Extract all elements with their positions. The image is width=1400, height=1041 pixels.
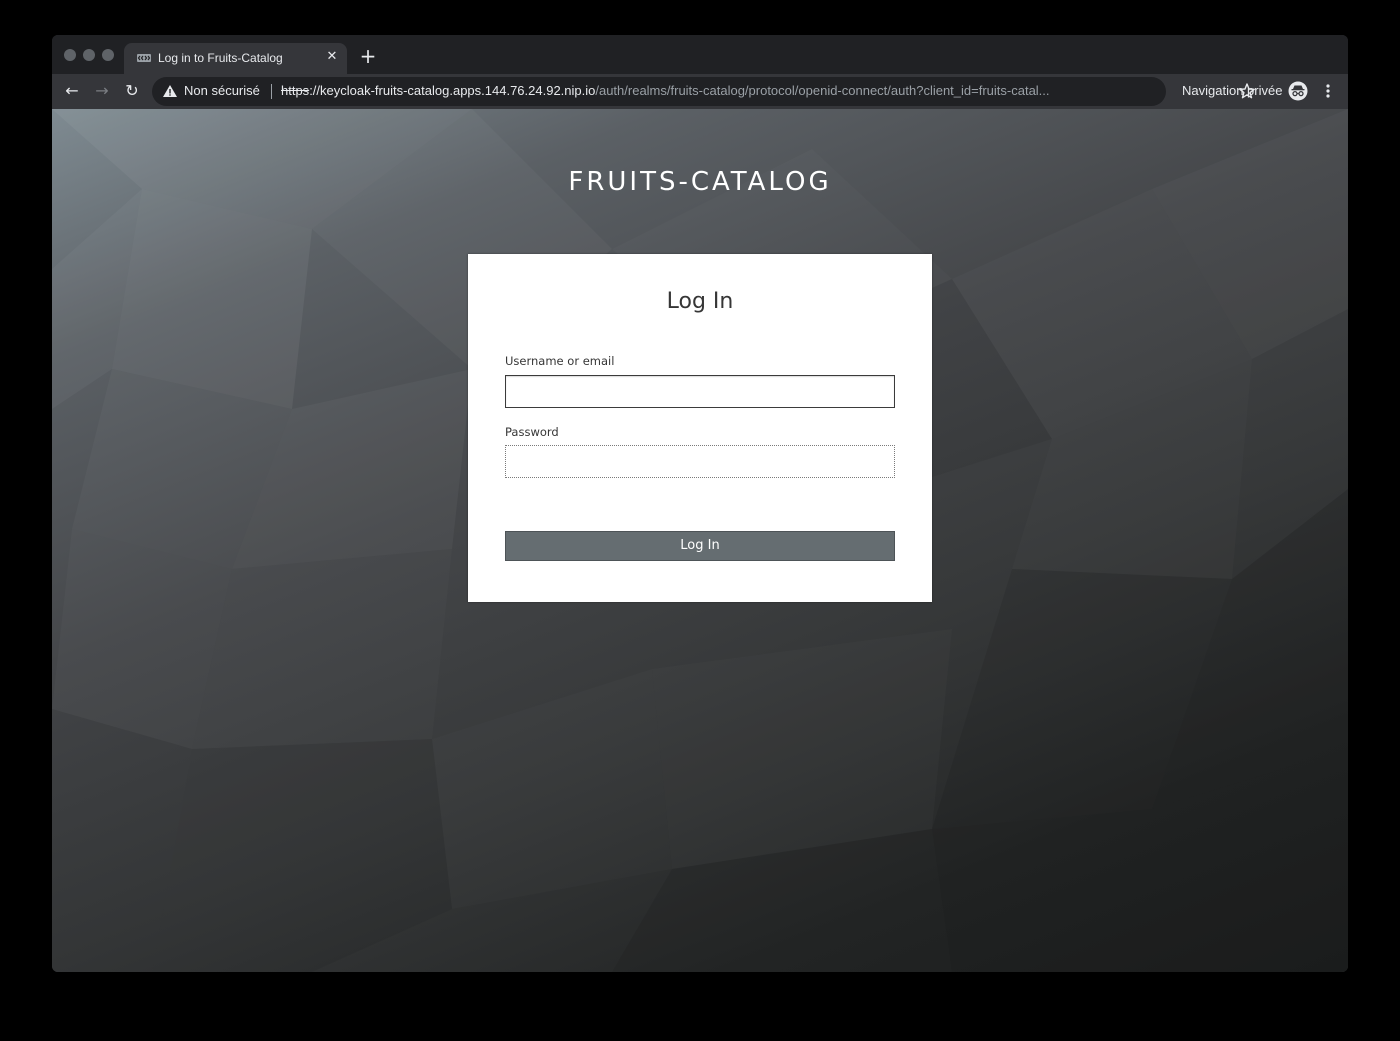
- more-menu-icon[interactable]: [1318, 81, 1338, 101]
- login-card: Log In Username or email Password Log In: [468, 254, 932, 602]
- keycloak-favicon-icon: [137, 54, 151, 62]
- browser-toolbar: ← → ↻ Non sécurisé https://keycloak-frui…: [52, 74, 1348, 109]
- password-input[interactable]: [505, 445, 895, 478]
- warning-icon[interactable]: [162, 83, 178, 99]
- minimize-window-button[interactable]: [83, 49, 95, 61]
- tab-title: Log in to Fruits-Catalog: [158, 51, 283, 65]
- active-tab[interactable]: Log in to Fruits-Catalog ✕: [124, 43, 347, 74]
- login-heading: Log In: [666, 289, 734, 314]
- back-button[interactable]: ←: [62, 81, 82, 101]
- forward-button[interactable]: →: [92, 81, 112, 101]
- incognito-icon[interactable]: [1288, 81, 1308, 101]
- login-button[interactable]: Log In: [505, 531, 895, 561]
- new-tab-button[interactable]: +: [359, 46, 377, 66]
- omnibox-divider: [271, 84, 272, 99]
- username-input[interactable]: [505, 375, 895, 408]
- username-label: Username or email: [505, 354, 615, 368]
- zoom-window-button[interactable]: [102, 49, 114, 61]
- url-text[interactable]: https://keycloak-fruits-catalog.apps.144…: [281, 83, 1126, 98]
- url-host: ://keycloak-fruits-catalog.apps.144.76.2…: [309, 83, 596, 98]
- close-tab-icon[interactable]: ✕: [324, 49, 340, 65]
- address-bar[interactable]: Non sécurisé https://keycloak-fruits-cat…: [152, 77, 1255, 106]
- url-path: /auth/realms/fruits-catalog/protocol/ope…: [595, 83, 1050, 98]
- security-status-label[interactable]: Non sécurisé: [184, 83, 260, 98]
- tab-strip: Log in to Fruits-Catalog ✕ +: [52, 35, 1348, 74]
- realm-title: FRUITS-CATALOG: [568, 167, 832, 197]
- reload-button[interactable]: ↻: [122, 81, 142, 101]
- close-window-button[interactable]: [64, 49, 76, 61]
- password-label: Password: [505, 425, 559, 439]
- page-viewport: FRUITS-CATALOG Log In Username or email …: [52, 109, 1348, 972]
- browser-window: Log in to Fruits-Catalog ✕ + ← → ↻ Non s…: [52, 35, 1348, 972]
- incognito-label[interactable]: Navigation privée: [1182, 83, 1282, 98]
- url-scheme: https: [281, 83, 310, 98]
